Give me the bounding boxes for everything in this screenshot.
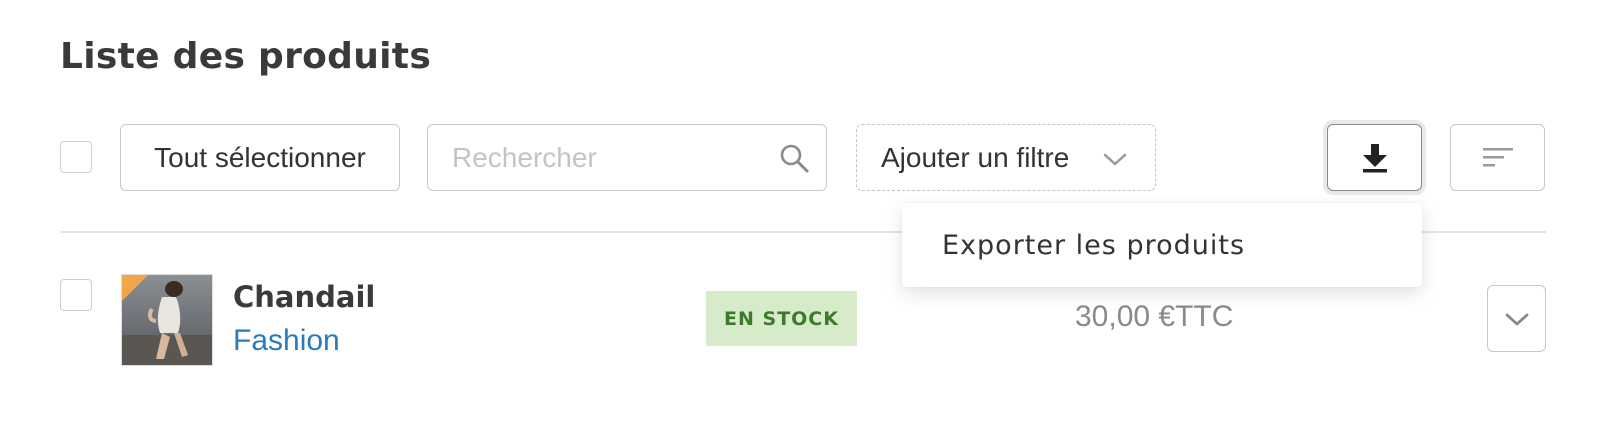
product-name[interactable]: Chandail — [233, 280, 375, 314]
product-category-link[interactable]: Fashion — [233, 324, 340, 358]
select-all-button[interactable]: Tout sélectionner — [120, 124, 400, 191]
product-photo — [122, 275, 212, 365]
search-input[interactable] — [452, 137, 772, 179]
download-icon — [1362, 143, 1387, 172]
product-row-checkbox[interactable] — [60, 279, 92, 311]
search-box — [427, 124, 827, 191]
sort-button[interactable] — [1450, 124, 1545, 191]
select-all-label: Tout sélectionner — [154, 141, 366, 173]
sort-icon — [1482, 147, 1513, 166]
product-list-page: Liste des produits Tout sélectionner Ajo… — [0, 0, 1600, 435]
page-title: Liste des produits — [60, 36, 432, 77]
select-all-checkbox[interactable] — [60, 141, 92, 173]
export-menu: Exporter les produits — [902, 203, 1422, 287]
row-expand-button[interactable] — [1487, 285, 1546, 352]
chevron-down-icon — [1505, 313, 1528, 325]
product-thumbnail[interactable] — [121, 274, 213, 366]
add-filter-label: Ajouter un filtre — [881, 141, 1070, 173]
export-button[interactable] — [1327, 124, 1422, 191]
add-filter-dropdown[interactable]: Ajouter un filtre — [856, 124, 1156, 191]
product-price: 30,00 €TTC — [1075, 300, 1234, 333]
export-products-menu-item[interactable]: Exporter les produits — [942, 230, 1245, 261]
chevron-down-icon — [1103, 153, 1127, 166]
search-icon[interactable] — [778, 142, 810, 174]
stock-status-badge: EN STOCK — [706, 291, 857, 346]
